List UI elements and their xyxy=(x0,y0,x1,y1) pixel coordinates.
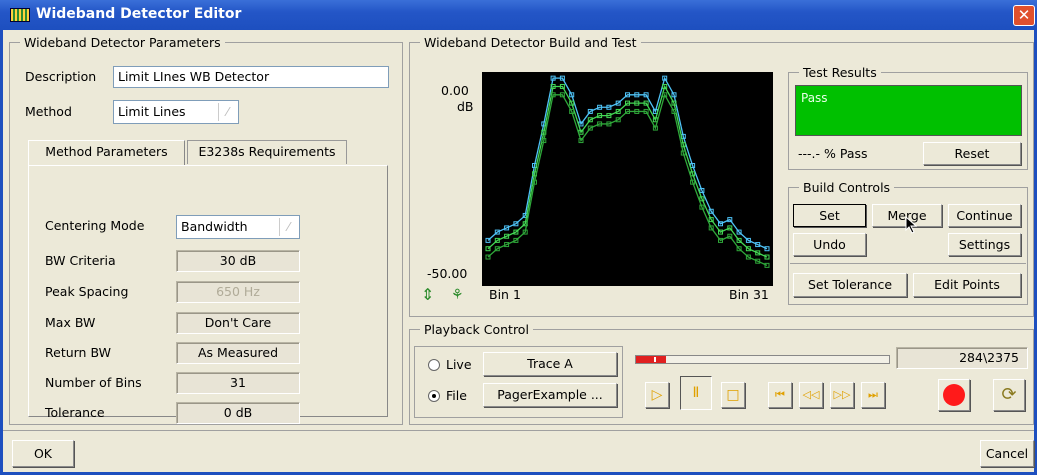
param-value-field[interactable]: 650 Hz xyxy=(176,281,300,303)
divider xyxy=(790,263,1026,264)
y-top-label: 0.00 xyxy=(441,83,469,98)
chart-background xyxy=(482,72,773,286)
param-label: Return BW xyxy=(45,345,111,360)
undo-button[interactable]: Undo xyxy=(793,233,866,256)
pass-percent: ---.- % Pass xyxy=(798,146,868,161)
method-value: Limit Lines xyxy=(118,104,186,119)
playback-legend: Playback Control xyxy=(424,322,529,337)
play-icon[interactable]: ▷ xyxy=(645,382,669,408)
dropdown-arrow-icon: ⁄ xyxy=(218,103,236,121)
centering-mode-select[interactable]: Bandwidth ⁄ xyxy=(176,215,300,239)
param-value-field[interactable]: As Measured xyxy=(176,342,300,364)
ok-button[interactable]: OK xyxy=(12,440,74,467)
description-label: Description xyxy=(25,69,97,84)
rewind-icon[interactable]: ◁◁ xyxy=(799,382,823,408)
centering-mode-value: Bandwidth xyxy=(181,219,248,234)
progress-thumb[interactable] xyxy=(654,357,656,362)
param-label: Centering Mode xyxy=(45,218,145,233)
zoom-fit-icon[interactable]: ⇕ xyxy=(421,287,437,303)
dropdown-arrow-icon: ⁄ xyxy=(279,218,297,236)
param-label: Tolerance xyxy=(45,405,105,420)
param-value-field[interactable]: 30 dB xyxy=(176,250,300,272)
trace-a-button[interactable]: Trace A xyxy=(483,352,617,376)
file-select-button[interactable]: PagerExample ... xyxy=(483,383,617,407)
param-label: BW Criteria xyxy=(45,253,116,268)
param-value-field[interactable]: 31 xyxy=(176,372,300,394)
x-right-label: Bin 31 xyxy=(729,287,769,302)
live-radio[interactable] xyxy=(428,359,440,371)
file-label: File xyxy=(446,388,467,403)
skip-end-icon[interactable]: ⏭ xyxy=(861,382,885,408)
zoom-out-icon[interactable]: ⚘ xyxy=(451,287,467,303)
continue-button[interactable]: Continue xyxy=(948,204,1021,227)
method-label: Method xyxy=(25,104,72,119)
param-label: Peak Spacing xyxy=(45,284,129,299)
param-label: Number of Bins xyxy=(45,375,142,390)
record-icon xyxy=(943,384,965,406)
stop-icon[interactable]: □ xyxy=(721,382,745,408)
set-button[interactable]: Set xyxy=(793,204,866,227)
param-value-field[interactable]: Don't Care xyxy=(176,312,300,334)
test-results-legend: Test Results xyxy=(803,65,877,80)
title-bar: Wideband Detector Editor ✕ xyxy=(0,0,1037,30)
settings-button[interactable]: Settings xyxy=(948,233,1021,256)
app-icon xyxy=(10,8,30,22)
reset-button[interactable]: Reset xyxy=(923,142,1021,165)
loop-icon[interactable]: ⟳ xyxy=(993,379,1025,411)
parameters-legend: Wideband Detector Parameters xyxy=(24,35,221,50)
playback-progress[interactable] xyxy=(635,355,890,364)
build-test-legend: Wideband Detector Build and Test xyxy=(424,35,637,50)
test-status-box: Pass xyxy=(795,85,1022,136)
description-input[interactable]: Limit LInes WB Detector xyxy=(113,66,389,88)
y-unit-label: dB xyxy=(457,99,474,114)
spectrum-chart[interactable] xyxy=(482,72,773,286)
tab-e3238s-requirements[interactable]: E3238s Requirements xyxy=(187,140,347,164)
param-label: Max BW xyxy=(45,315,96,330)
param-value-field[interactable]: 0 dB xyxy=(176,402,300,424)
build-controls-legend: Build Controls xyxy=(803,180,891,195)
window-title: Wideband Detector Editor xyxy=(36,6,242,22)
progress-fill xyxy=(636,356,667,363)
skip-start-icon[interactable]: ⏮ xyxy=(768,382,792,408)
tab-method-parameters[interactable]: Method Parameters xyxy=(28,140,185,166)
test-status-text: Pass xyxy=(801,91,828,105)
window-body: Wideband Detector Parameters Description… xyxy=(0,30,1037,475)
method-select[interactable]: Limit Lines ⁄ xyxy=(113,100,239,124)
set-tolerance-button[interactable]: Set Tolerance xyxy=(793,273,907,297)
record-button[interactable] xyxy=(938,379,970,411)
cancel-button[interactable]: Cancel xyxy=(980,440,1034,467)
close-button[interactable]: ✕ xyxy=(1013,5,1035,26)
fast-forward-icon[interactable]: ▷▷ xyxy=(830,382,854,408)
x-left-label: Bin 1 xyxy=(489,287,521,302)
footer-divider xyxy=(3,430,1034,431)
frame-counter: 284\2375 xyxy=(896,347,1028,369)
live-label: Live xyxy=(446,357,472,372)
y-bottom-label: -50.00 xyxy=(427,266,468,281)
pause-icon[interactable]: Ⅱ xyxy=(680,376,712,410)
file-radio[interactable] xyxy=(428,390,440,402)
mouse-cursor-icon xyxy=(905,216,918,234)
edit-points-button[interactable]: Edit Points xyxy=(913,273,1021,297)
